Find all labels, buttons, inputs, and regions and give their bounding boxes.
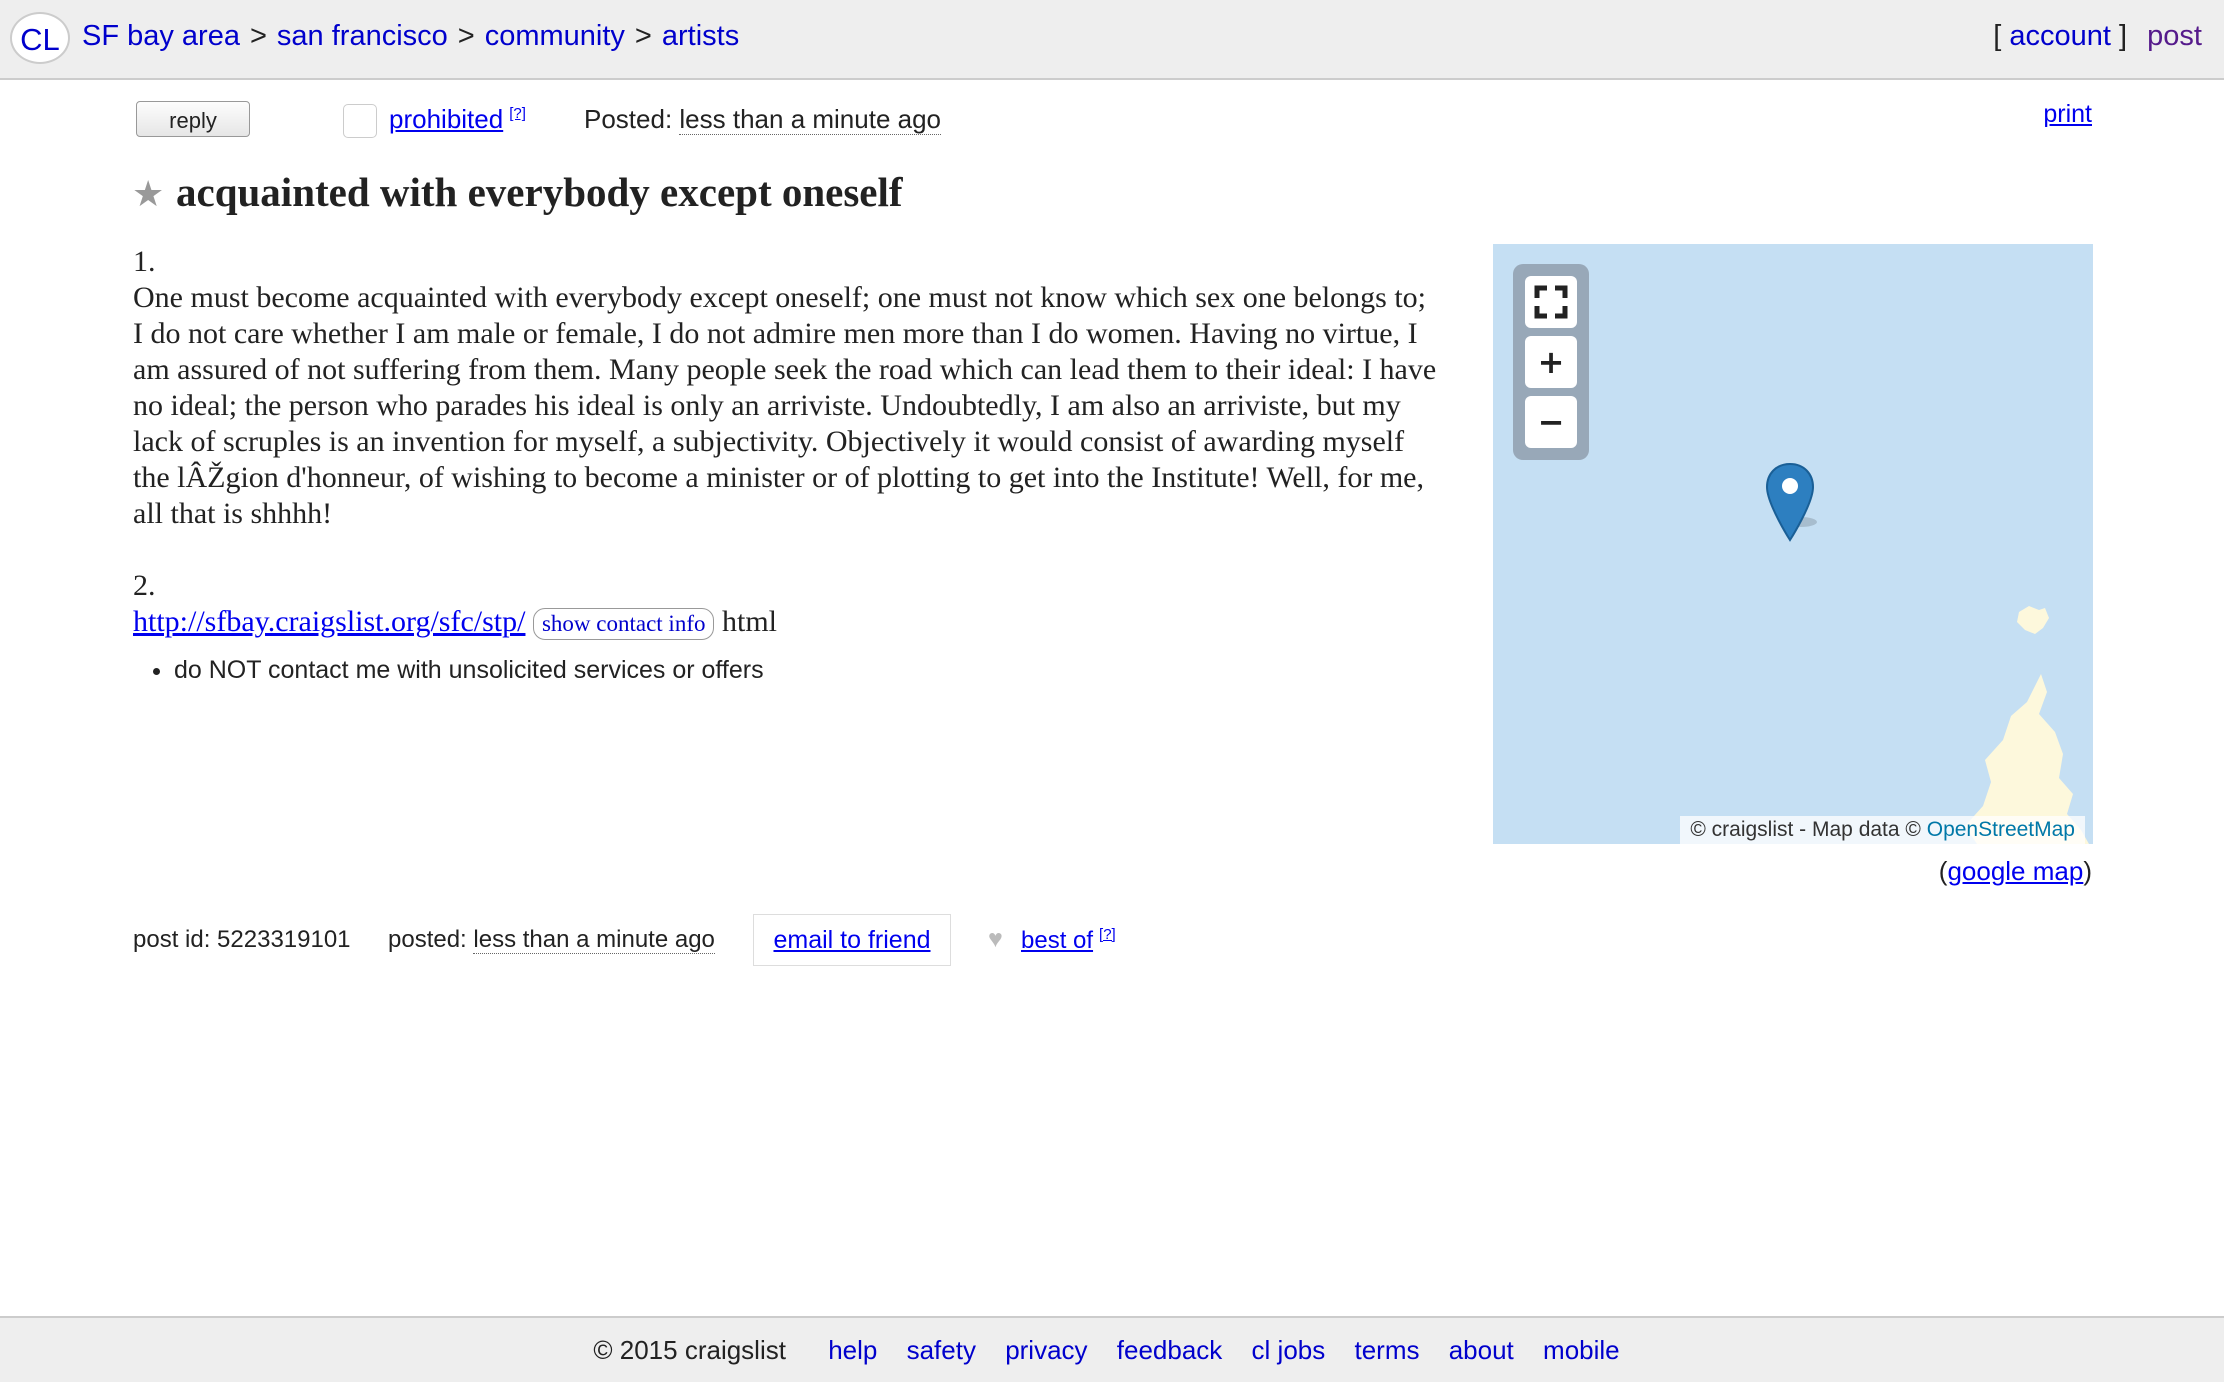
footer-link-cl-jobs[interactable]: cl jobs bbox=[1252, 1335, 1326, 1365]
breadcrumb: SF bay area > san francisco > community > arti… bbox=[82, 20, 739, 53]
posting-title: acquainted with everybody except oneself bbox=[176, 169, 903, 215]
paren-close: ) bbox=[2083, 856, 2092, 886]
best-of-link[interactable]: best of bbox=[1021, 927, 1093, 954]
breadcrumb-separator: > bbox=[249, 20, 267, 52]
footer-link-terms[interactable]: terms bbox=[1354, 1335, 1419, 1365]
copyright: © 2015 craigslist bbox=[593, 1335, 786, 1365]
user-links: [ account ] post bbox=[1993, 20, 2202, 53]
map-controls: + − bbox=[1513, 264, 1589, 460]
best-of-help-link[interactable]: [?] bbox=[1099, 926, 1116, 943]
prohibited-flag: prohibited [?] bbox=[389, 104, 526, 135]
favorite-star-icon[interactable]: ★ bbox=[132, 176, 164, 212]
email-to-friend-button[interactable]: email to friend bbox=[753, 914, 951, 966]
top-bar: CL SF bay area > san francisco > community > a… bbox=[0, 0, 2224, 80]
post-link[interactable]: post bbox=[2147, 20, 2202, 52]
breadcrumb-sf-bay-area[interactable]: SF bay area bbox=[82, 20, 240, 52]
breadcrumb-separator: > bbox=[457, 20, 475, 52]
flag-prohibited-checkbox[interactable] bbox=[343, 104, 377, 138]
paragraph-number: 1. bbox=[133, 245, 156, 278]
link-suffix: html bbox=[721, 605, 777, 638]
show-contact-info-button[interactable]: show contact info bbox=[532, 608, 715, 641]
google-map-link-wrapper: (google map) bbox=[1939, 856, 2092, 887]
map-attribution: © craigslist - Map data © OpenStreetMap bbox=[1680, 816, 2085, 844]
posted-label: Posted: bbox=[584, 104, 673, 134]
post-id: post id: 5223319101 bbox=[133, 926, 351, 953]
paragraph-number: 2. bbox=[133, 569, 156, 602]
heart-icon[interactable]: ♥ bbox=[988, 925, 1003, 954]
zoom-in-icon[interactable]: + bbox=[1525, 336, 1577, 388]
bracket-open: [ bbox=[1993, 20, 2002, 52]
account-link[interactable]: account bbox=[2009, 20, 2111, 52]
footer-link-feedback[interactable]: feedback bbox=[1117, 1335, 1223, 1365]
notice-item: do NOT contact me with unsolicited servi… bbox=[174, 656, 764, 685]
map[interactable]: + − © craigslist - Map data © OpenStreet… bbox=[1493, 244, 2093, 844]
breadcrumb-san-francisco[interactable]: san francisco bbox=[277, 20, 448, 52]
link-line: http://sfbay.craigslist.org/sfc/stp/ sho… bbox=[133, 604, 1443, 641]
fullscreen-icon[interactable] bbox=[1525, 276, 1577, 328]
posting-url-link[interactable]: http://sfbay.craigslist.org/sfc/stp/ bbox=[133, 605, 525, 638]
prohibited-link[interactable]: prohibited bbox=[389, 104, 503, 134]
breadcrumb-separator: > bbox=[634, 20, 652, 52]
map-pin-icon[interactable] bbox=[1765, 462, 1825, 548]
reply-button[interactable]: reply bbox=[136, 101, 250, 137]
attribution-text: © craigslist - Map data © bbox=[1690, 818, 1921, 841]
google-map-link[interactable]: google map bbox=[1947, 856, 2083, 886]
posting-body: 1. One must become acquainted with every… bbox=[133, 244, 1443, 641]
posted-time: less than a minute ago bbox=[679, 104, 942, 135]
print-link[interactable]: print bbox=[2043, 100, 2092, 129]
posting-paragraph: One must become acquainted with everybod… bbox=[133, 281, 1437, 530]
prohibited-help-link[interactable]: [?] bbox=[509, 105, 526, 122]
posted-time: less than a minute ago bbox=[473, 926, 715, 954]
footer-link-safety[interactable]: safety bbox=[907, 1335, 976, 1365]
openstreetmap-link[interactable]: OpenStreetMap bbox=[1927, 818, 2075, 841]
page-footer: © 2015 craigslist help safety privacy fe… bbox=[0, 1316, 2224, 1382]
best-of: best of [?] bbox=[1021, 926, 1116, 955]
footer-link-mobile[interactable]: mobile bbox=[1543, 1335, 1620, 1365]
map-land-small bbox=[2017, 606, 2049, 634]
footer-link-about[interactable]: about bbox=[1449, 1335, 1514, 1365]
breadcrumb-community[interactable]: community bbox=[485, 20, 625, 52]
bracket-close: ] bbox=[2119, 20, 2128, 52]
footer-link-help[interactable]: help bbox=[828, 1335, 877, 1365]
posted-date-bottom: posted: less than a minute ago bbox=[388, 926, 715, 954]
posted-date-top: Posted: less than a minute ago bbox=[584, 104, 942, 135]
footer-link-privacy[interactable]: privacy bbox=[1005, 1335, 1087, 1365]
zoom-out-icon[interactable]: − bbox=[1525, 396, 1577, 448]
breadcrumb-artists[interactable]: artists bbox=[662, 20, 739, 52]
notices-list: do NOT contact me with unsolicited servi… bbox=[130, 656, 764, 685]
craigslist-logo[interactable]: CL bbox=[10, 12, 70, 64]
posted-label: posted: bbox=[388, 926, 467, 953]
